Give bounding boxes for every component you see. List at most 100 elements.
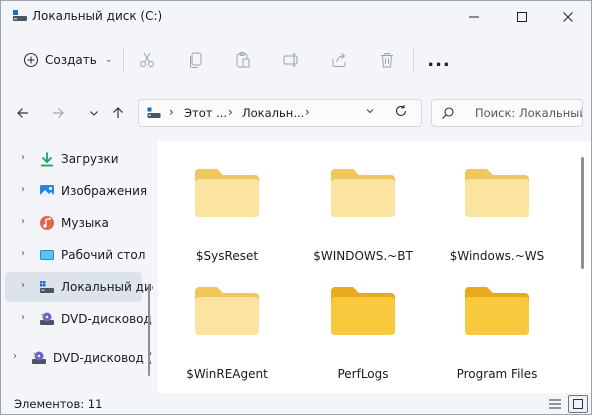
pictures-icon bbox=[40, 185, 54, 197]
folder-name: PerfLogs bbox=[337, 367, 389, 381]
chevron-down-icon bbox=[90, 111, 98, 116]
file-list: $SysReset $WINDOWS.~BT $Windows.~WS $Win… bbox=[158, 141, 591, 393]
folder-name: $SysReset bbox=[195, 249, 259, 263]
folder-item[interactable]: Program Files bbox=[437, 265, 557, 381]
nav-item-label: Музыка bbox=[61, 216, 109, 230]
chevron-right-icon[interactable]: › bbox=[21, 184, 25, 195]
copy-icon bbox=[190, 52, 202, 68]
desktop-icon bbox=[40, 250, 54, 260]
back-button[interactable] bbox=[9, 99, 37, 127]
folder-name: $WINDOWS.~BT bbox=[313, 249, 413, 263]
status-bar: Элементов: 11 bbox=[1, 393, 591, 414]
details-view-button[interactable] bbox=[545, 395, 565, 413]
folder-item[interactable]: PerfLogs bbox=[303, 265, 423, 381]
close-icon bbox=[563, 12, 573, 22]
address-bar[interactable]: › Этот ... › Локальн... › bbox=[138, 99, 422, 127]
nav-item-label: Рабочий стол bbox=[61, 248, 146, 262]
folder-icon bbox=[195, 287, 259, 335]
copy-button[interactable] bbox=[180, 45, 212, 75]
maximize-button[interactable] bbox=[499, 1, 545, 33]
paste-button[interactable] bbox=[227, 45, 259, 75]
folder-item[interactable]: $WINDOWS.~BT bbox=[303, 147, 423, 263]
nav-item-label: Локальный диск (C:) bbox=[61, 280, 153, 294]
folder-name: $Windows.~WS bbox=[449, 249, 545, 263]
nav-item-downloads[interactable]: › Загрузки bbox=[5, 144, 142, 174]
paste-icon bbox=[236, 52, 250, 68]
chevron-right-icon[interactable]: › bbox=[21, 152, 25, 163]
nav-item-label: DVD-дисковод (D:) bbox=[61, 312, 153, 326]
chevron-right-icon[interactable]: › bbox=[21, 248, 25, 259]
delete-icon bbox=[381, 53, 393, 68]
nav-item-music[interactable]: › Музыка bbox=[5, 208, 142, 238]
minimize-icon bbox=[469, 16, 479, 18]
music-icon bbox=[40, 216, 54, 230]
share-button[interactable] bbox=[323, 45, 355, 75]
nav-item-label: DVD-дисковод (D:) bbox=[53, 351, 153, 365]
minimize-button[interactable] bbox=[451, 1, 497, 33]
arrow-right-icon bbox=[53, 108, 64, 118]
more-options-button[interactable]: ... bbox=[423, 45, 455, 75]
arrow-left-icon bbox=[17, 108, 28, 118]
create-label: Создать bbox=[45, 53, 97, 67]
plus-circle-icon bbox=[23, 52, 39, 68]
folder-item[interactable]: $WinREAgent bbox=[167, 265, 287, 381]
title-bar: Локальный диск (C:) bbox=[1, 1, 591, 33]
drive-icon bbox=[40, 281, 54, 293]
nav-item-dvd-drive-root[interactable]: › DVD-дисковод (D:) bbox=[1, 343, 153, 373]
window-title: Локальный диск (C:) bbox=[32, 9, 163, 23]
drive-icon bbox=[13, 10, 27, 21]
nav-item-dvd-drive[interactable]: › DVD-дисковод (D:) bbox=[5, 304, 153, 334]
command-bar: Создать ⌄ ... bbox=[1, 39, 591, 81]
nav-item-label: Загрузки bbox=[61, 152, 119, 166]
folder-item[interactable]: $Windows.~WS bbox=[437, 147, 557, 263]
folder-icon bbox=[465, 169, 529, 217]
address-dropdown-icon[interactable] bbox=[365, 106, 375, 119]
create-button[interactable]: Создать ⌄ bbox=[15, 45, 113, 75]
dvd-icon bbox=[40, 312, 54, 325]
address-row: › Этот ... › Локальн... › Поиск: Локальн… bbox=[1, 93, 591, 133]
nav-item-local-disk[interactable]: › Локальный диск (C:) bbox=[5, 272, 153, 302]
cut-button[interactable] bbox=[131, 45, 163, 75]
search-icon bbox=[442, 107, 454, 119]
search-input[interactable]: Поиск: Локальный диск (C:) bbox=[431, 99, 583, 127]
folder-icon bbox=[465, 287, 529, 335]
share-icon bbox=[332, 53, 346, 67]
close-button[interactable] bbox=[545, 1, 591, 33]
nav-item-desktop[interactable]: › Рабочий стол bbox=[5, 240, 146, 270]
nav-item-label: Изображения bbox=[61, 184, 148, 198]
divider bbox=[123, 47, 124, 73]
folder-icon bbox=[331, 169, 395, 217]
arrow-up-icon bbox=[113, 107, 123, 118]
chevron-right-icon[interactable]: › bbox=[13, 351, 17, 362]
downloads-icon bbox=[41, 152, 53, 167]
tiles-view-button[interactable] bbox=[568, 395, 588, 413]
rename-button[interactable] bbox=[275, 45, 307, 75]
nav-scrollbar[interactable] bbox=[148, 284, 150, 376]
cut-icon bbox=[140, 52, 154, 67]
drive-icon bbox=[147, 107, 161, 118]
nav-item-pictures[interactable]: › Изображения bbox=[5, 176, 147, 206]
item-count: Элементов: 11 bbox=[14, 397, 103, 411]
folder-item[interactable]: $SysReset bbox=[167, 147, 287, 263]
explorer-window: Локальный диск (C:) Создать ⌄ ... › Этот… bbox=[0, 0, 592, 415]
rename-icon bbox=[283, 53, 298, 67]
folder-name: Program Files bbox=[456, 367, 538, 381]
refresh-icon[interactable] bbox=[394, 104, 408, 122]
list-view-icon bbox=[549, 399, 561, 409]
delete-button[interactable] bbox=[371, 45, 403, 75]
chevron-down-icon: ⌄ bbox=[104, 55, 113, 65]
dvd-icon bbox=[32, 351, 46, 364]
content-scrollbar[interactable] bbox=[581, 157, 584, 269]
chevron-right-icon[interactable]: › bbox=[21, 280, 25, 291]
chevron-right-icon: › bbox=[228, 105, 233, 119]
maximize-icon bbox=[517, 12, 527, 22]
chevron-right-icon[interactable]: › bbox=[21, 312, 25, 323]
breadcrumb-this-pc[interactable]: Этот ... bbox=[184, 106, 227, 120]
folder-icon bbox=[195, 169, 259, 217]
chevron-right-icon[interactable]: › bbox=[21, 216, 25, 227]
up-button[interactable] bbox=[104, 99, 132, 127]
breadcrumb-local-disk[interactable]: Локальн... bbox=[242, 106, 304, 120]
search-placeholder: Поиск: Локальный диск (C:) bbox=[475, 106, 583, 120]
folder-icon bbox=[331, 287, 395, 335]
forward-button[interactable] bbox=[44, 99, 72, 127]
